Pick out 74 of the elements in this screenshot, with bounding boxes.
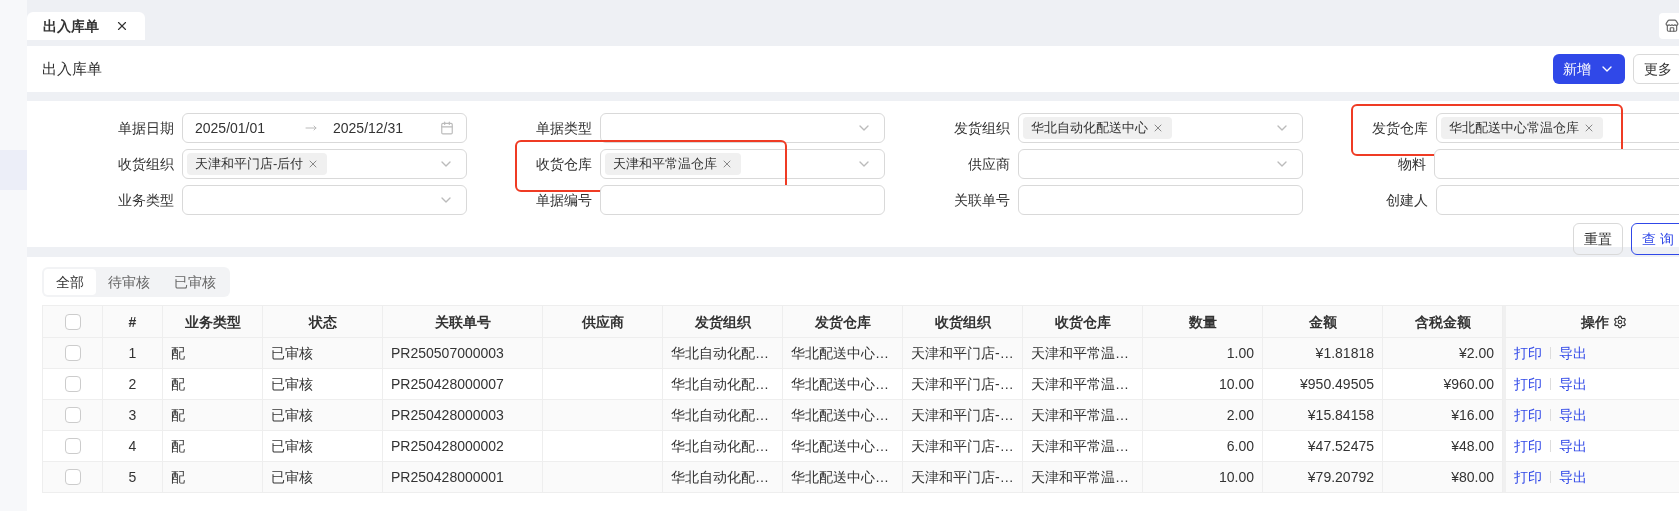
selected-tag: 天津和平常温仓库 [605,153,741,175]
more-button[interactable]: 更多 [1633,54,1679,84]
table-cell: 天津和平门店-… [903,462,1023,493]
selected-tag: 华北配送中心常温仓库 [1441,117,1603,139]
filter-label: 单据编号 [535,191,593,210]
store-icon [1665,19,1679,33]
status-tab[interactable]: 全部 [44,269,96,295]
checkbox[interactable] [64,469,81,485]
filter-label: 物料 [1397,155,1427,174]
checkbox[interactable] [64,407,81,423]
settings-icon[interactable] [1613,314,1627,329]
action-link[interactable]: 打印 [1514,343,1542,363]
action-link[interactable]: 打印 [1514,405,1542,425]
selected-tag: 华北自动化配送中心 [1023,117,1172,139]
table-cell: 已审核 [263,462,383,493]
checkbox[interactable] [64,313,81,330]
action-link[interactable]: 导出 [1559,467,1587,487]
status-tab[interactable]: 已审核 [162,269,228,295]
filter-label: 单据日期 [117,119,175,138]
input-field[interactable] [1436,185,1679,215]
select-field[interactable] [1018,149,1303,179]
filter-label: 发货组织 [953,119,1011,138]
status-tab[interactable]: 待审核 [96,269,162,295]
selected-tag: 天津和平门店-后付 [187,153,328,175]
table-cell: ¥79.20792 [1263,462,1383,493]
select-field[interactable]: 华北配送中心常温仓库 [1436,113,1679,143]
input-field[interactable] [600,185,885,215]
action-link[interactable]: 导出 [1559,436,1587,456]
action-link[interactable]: 打印 [1514,374,1542,394]
action-link[interactable]: 导出 [1559,405,1587,425]
query-button[interactable]: 查 询 [1631,223,1679,255]
checkbox[interactable] [64,438,81,454]
table-cell: 5 [103,462,163,493]
filter-label: 发货仓库 [1371,119,1429,138]
table-cell: 天津和平常温… [1023,462,1143,493]
filter-label: 收货仓库 [535,155,593,174]
select-field[interactable]: 华北自动化配送中心 [1018,113,1303,143]
start-date: 2025/01/01 [195,119,267,138]
remove-icon[interactable] [721,158,733,170]
table-cell: ¥80.00 [1383,462,1503,493]
action-link[interactable]: 导出 [1559,374,1587,394]
select-field[interactable] [600,113,885,143]
select-field[interactable] [1434,149,1679,179]
table-cell: 配 [163,462,263,493]
add-button[interactable]: 新增 [1553,54,1625,84]
table-cell: 华北配送中心… [783,462,903,493]
action-link[interactable]: 打印 [1514,467,1542,487]
date-range-field[interactable]: 2025/01/01 2025/12/31 [182,113,467,143]
table-cell: PR250428000001 [383,462,543,493]
calendar-icon [440,121,454,135]
table-cell: 华北自动化配… [663,462,783,493]
table-cell: 10.00 [1143,462,1263,493]
filter-label: 业务类型 [117,191,175,210]
reset-button[interactable]: 重置 [1573,223,1623,255]
remove-icon[interactable] [1152,122,1164,134]
action-link[interactable]: 打印 [1514,436,1542,456]
page-title: 出入库单 [42,59,102,80]
close-icon[interactable] [115,19,129,33]
page-tab[interactable]: 出入库单 [27,12,145,40]
select-field[interactable]: 天津和平门店-后付 [182,149,467,179]
checkbox[interactable] [64,345,81,361]
remove-icon[interactable] [1583,122,1595,134]
action-link[interactable]: 导出 [1559,343,1587,363]
select-field[interactable] [182,185,467,215]
filter-label: 供应商 [967,155,1011,174]
checkbox[interactable] [64,376,81,392]
filter-label: 收货组织 [117,155,175,174]
filter-label: 创建人 [1385,191,1429,210]
input-field[interactable] [1018,185,1303,215]
end-date: 2025/12/31 [333,119,405,138]
filter-label: 单据类型 [535,119,593,138]
filter-label: 关联单号 [953,191,1011,210]
select-field[interactable]: 天津和平常温仓库 [600,149,885,179]
toolbar-icon-button[interactable] [1659,13,1679,39]
